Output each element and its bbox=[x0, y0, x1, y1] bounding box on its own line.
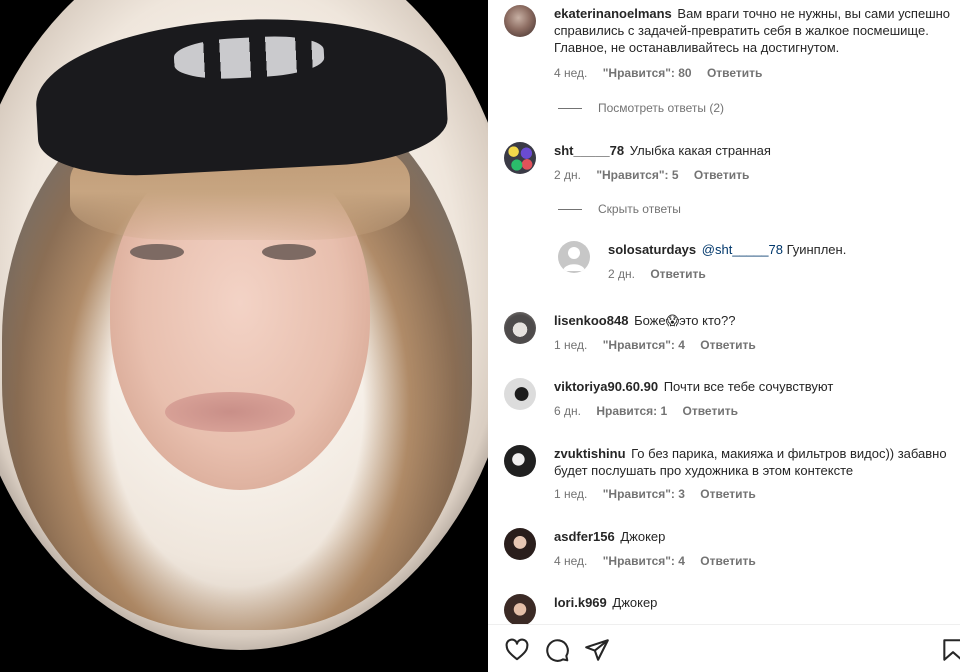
mention-link[interactable]: @sht_____78 bbox=[702, 242, 783, 257]
comment-time[interactable]: 4 нед. bbox=[554, 554, 587, 568]
comment-text: Почти все тебе сочувствуют bbox=[663, 379, 834, 394]
comment-text: Боже😱это кто?? bbox=[634, 313, 736, 328]
comment-time[interactable]: 2 дн. bbox=[554, 168, 581, 182]
comment-username[interactable]: ekaterinanoelmans bbox=[554, 6, 672, 21]
view-replies-button[interactable]: Посмотреть ответы (2) bbox=[558, 101, 724, 115]
comment-body: lisenkoo848 Боже😱это кто?? 1 нед. "Нрави… bbox=[554, 312, 960, 354]
comment-username[interactable]: viktoriya90.60.90 bbox=[554, 379, 658, 394]
reply-button[interactable]: Ответить bbox=[694, 168, 749, 182]
comment-meta: 2 дн. Ответить bbox=[608, 266, 944, 283]
comments-panel[interactable]: ekaterinanoelmans Вам враги точно не нуж… bbox=[488, 0, 960, 624]
comment-time[interactable]: 1 нед. bbox=[554, 338, 587, 352]
avatar[interactable] bbox=[504, 445, 536, 477]
comment-body: viktoriya90.60.90 Почти все тебе сочувст… bbox=[554, 378, 960, 420]
divider-line bbox=[558, 209, 582, 211]
comment-text: Гуинплен. bbox=[786, 242, 847, 257]
comment-body: zvuktishinu Го без парика, макияжа и фил… bbox=[554, 445, 960, 503]
hide-replies-button[interactable]: Скрыть ответы bbox=[558, 202, 681, 216]
default-avatar-icon bbox=[563, 247, 585, 271]
reply-button[interactable]: Ответить bbox=[650, 267, 705, 281]
comment-likes[interactable]: "Нравится": 3 bbox=[603, 487, 685, 501]
comment-text: Джокер bbox=[620, 529, 666, 544]
comment-body: solosaturdays @sht_____78 Гуинплен. 2 дн… bbox=[608, 241, 944, 283]
heart-icon[interactable] bbox=[504, 637, 530, 663]
reply-button[interactable]: Ответить bbox=[707, 66, 762, 80]
bookmark-icon[interactable] bbox=[940, 637, 960, 663]
view-replies-label: Посмотреть ответы (2) bbox=[598, 101, 725, 115]
reply-button[interactable]: Ответить bbox=[700, 338, 755, 352]
comment-meta: 2 дн. "Нравится": 5 Ответить bbox=[554, 167, 960, 184]
avatar[interactable] bbox=[504, 594, 536, 624]
comment-username[interactable]: zvuktishinu bbox=[554, 446, 626, 461]
avatar[interactable] bbox=[558, 241, 590, 273]
comment-time[interactable]: 1 нед. bbox=[554, 487, 587, 501]
comment-username[interactable]: lisenkoo848 bbox=[554, 313, 628, 328]
comment-text: Джокер bbox=[612, 595, 658, 610]
comment-meta: 1 нед. "Нравится": 3 Ответить bbox=[554, 486, 960, 503]
hide-replies-label: Скрыть ответы bbox=[598, 202, 681, 216]
comment-likes[interactable]: "Нравится": 5 bbox=[596, 168, 678, 182]
comment-body: asdfer156 Джокер 4 нед. "Нравится": 4 От… bbox=[554, 528, 960, 570]
comment-likes[interactable]: "Нравится": 80 bbox=[603, 66, 692, 80]
comment-meta: 4 нед. "Нравится": 4 Ответить bbox=[554, 553, 960, 570]
comment-likes[interactable]: "Нравится": 4 bbox=[603, 554, 685, 568]
comment-body: ekaterinanoelmans Вам враги точно не нуж… bbox=[554, 5, 960, 82]
comment-icon[interactable] bbox=[544, 637, 570, 663]
comment-username[interactable]: sht_____78 bbox=[554, 143, 624, 158]
comment-time[interactable]: 6 дн. bbox=[554, 404, 581, 418]
comment-text: Улыбка какая странная bbox=[629, 143, 771, 158]
media-lips bbox=[165, 392, 295, 432]
comment-username[interactable]: asdfer156 bbox=[554, 529, 615, 544]
comment-body: sht_____78 Улыбка какая странная 2 дн. "… bbox=[554, 142, 960, 184]
reply-button[interactable]: Ответить bbox=[700, 487, 755, 501]
comment-body: lori.k969 Джокер bbox=[554, 594, 960, 611]
media-right-eye bbox=[262, 244, 316, 260]
avatar[interactable] bbox=[504, 312, 536, 344]
divider-line bbox=[558, 108, 582, 110]
comment-username[interactable]: lori.k969 bbox=[554, 595, 607, 610]
avatar[interactable] bbox=[504, 5, 536, 37]
comment-username[interactable]: solosaturdays bbox=[608, 242, 696, 257]
action-bar bbox=[488, 624, 960, 672]
comment-meta: 4 нед. "Нравится": 80 Ответить bbox=[554, 65, 960, 82]
comment-time[interactable]: 2 дн. bbox=[608, 267, 635, 281]
reply-button[interactable]: Ответить bbox=[700, 554, 755, 568]
comment-meta: 6 дн. Нравится: 1 Ответить bbox=[554, 403, 960, 420]
reply-button[interactable]: Ответить bbox=[683, 404, 738, 418]
comment-likes[interactable]: Нравится: 1 bbox=[596, 404, 667, 418]
share-icon[interactable] bbox=[584, 637, 610, 663]
avatar[interactable] bbox=[504, 528, 536, 560]
comment-likes[interactable]: "Нравится": 4 bbox=[603, 338, 685, 352]
comment-meta: 1 нед. "Нравится": 4 Ответить bbox=[554, 337, 960, 354]
media-left-eye bbox=[130, 244, 184, 260]
avatar[interactable] bbox=[504, 378, 536, 410]
avatar[interactable] bbox=[504, 142, 536, 174]
comment-time[interactable]: 4 нед. bbox=[554, 66, 587, 80]
post-media[interactable] bbox=[0, 0, 488, 672]
